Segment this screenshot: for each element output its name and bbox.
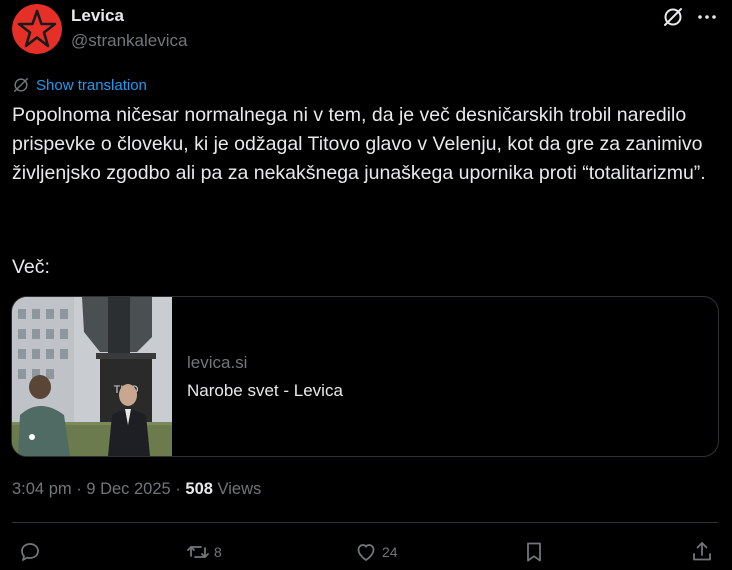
show-translation-label: Show translation: [36, 76, 147, 94]
grok-icon[interactable]: [661, 5, 685, 29]
avatar[interactable]: [12, 4, 62, 54]
show-translation-button[interactable]: Show translation: [12, 76, 147, 94]
share-icon: [693, 542, 711, 561]
meta-separator: ·: [175, 480, 181, 498]
link-preview-body: levica.si Narobe svet - Levica: [172, 297, 343, 456]
like-count: 24: [382, 544, 398, 560]
bookmark-button[interactable]: [522, 540, 546, 564]
tweet-date[interactable]: 9 Dec 2025: [86, 480, 170, 498]
author-handle[interactable]: @strankalevica: [71, 31, 187, 51]
tweet-meta: 3:04 pm · 9 Dec 2025 · 508 Views: [12, 480, 261, 499]
share-button[interactable]: [690, 540, 714, 564]
tweet-time[interactable]: 3:04 pm: [12, 480, 72, 498]
views-count: 508: [185, 480, 213, 498]
divider: [12, 522, 718, 523]
tweet-text: Popolnoma ničesar normalnega ni v tem, d…: [12, 101, 718, 188]
red-star-logo-icon: [12, 4, 62, 54]
link-preview-card[interactable]: TITO levica.si Narobe svet - Levica: [11, 296, 719, 457]
link-title: Narobe svet - Levica: [187, 380, 343, 400]
meta-separator: ·: [76, 480, 82, 498]
heart-icon: [357, 544, 375, 561]
bookmark-icon: [527, 542, 541, 562]
reply-button[interactable]: [18, 540, 46, 564]
like-button[interactable]: 24: [354, 540, 398, 564]
tweet-more-label: Več:: [12, 256, 50, 278]
repost-count: 8: [214, 544, 222, 560]
reply-icon: [21, 543, 39, 561]
action-bar: 8 24: [0, 540, 732, 566]
repost-icon: [187, 546, 209, 558]
views-label: Views: [217, 480, 262, 498]
link-preview-thumbnail: TITO: [12, 297, 172, 456]
author-name[interactable]: Levica: [71, 6, 124, 26]
tweet-body: Popolnoma ničesar normalnega ni v tem, d…: [12, 104, 706, 184]
repost-button[interactable]: 8: [186, 540, 222, 564]
translate-globe-icon: [13, 77, 29, 93]
more-options-icon[interactable]: [695, 5, 719, 29]
link-domain: levica.si: [187, 352, 248, 372]
